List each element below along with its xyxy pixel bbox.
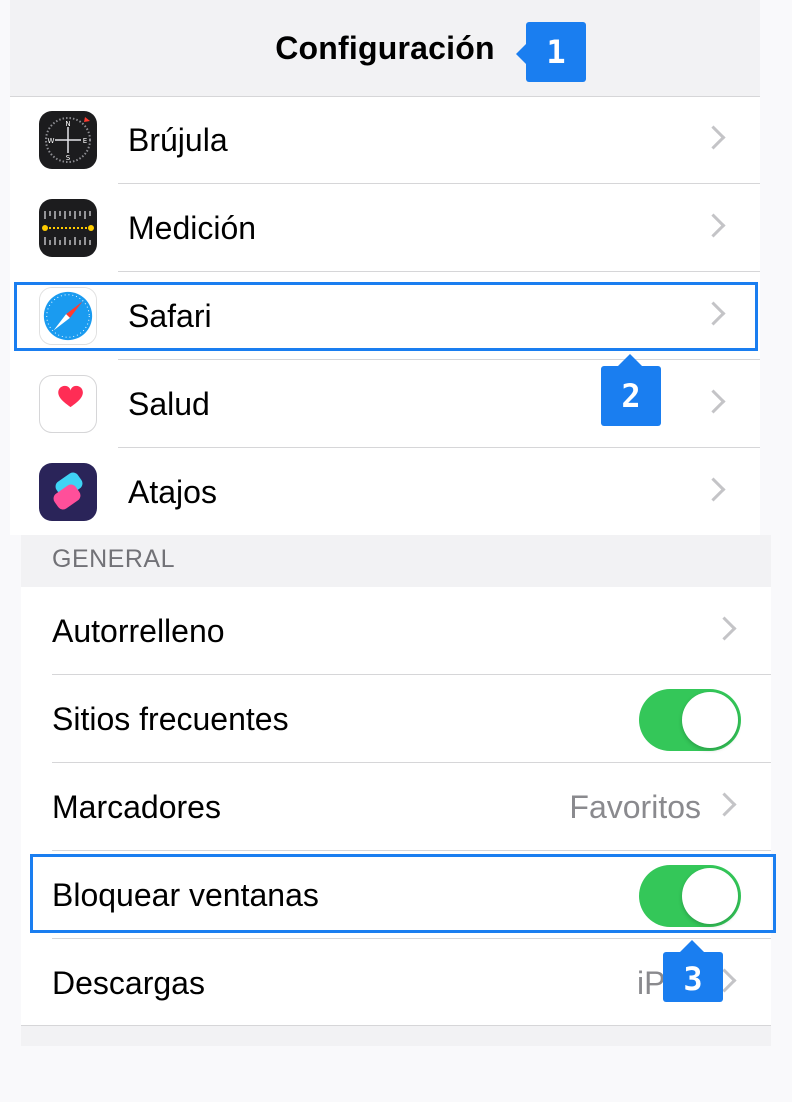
settings-row-label: Atajos — [128, 474, 217, 510]
settings-row-measure[interactable]: Medición — [10, 184, 760, 272]
annotation-pointer — [618, 354, 642, 366]
settings-row-shortcuts[interactable]: Atajos — [10, 448, 760, 536]
bottom-spacer — [21, 1026, 771, 1046]
settings-row-label: Brújula — [128, 122, 228, 158]
svg-text:N: N — [65, 120, 70, 128]
settings-app-list: Configuración N S W E Brújula Medición S… — [10, 0, 760, 535]
annotation-badge-3: 3 — [663, 952, 723, 1002]
annotation-badge-2: 2 — [601, 366, 661, 426]
svg-text:E: E — [83, 137, 87, 145]
row-label: Autorrelleno — [52, 613, 225, 649]
settings-row-label: Medición — [128, 210, 257, 246]
page-title: Configuración — [275, 30, 495, 66]
frequent-sites-toggle[interactable] — [639, 689, 741, 751]
section-header-label: GENERAL — [52, 545, 175, 573]
row-label: Descargas — [52, 965, 205, 1001]
compass-icon: N S W E — [39, 111, 97, 169]
chevron-right-icon — [701, 389, 726, 414]
measure-icon — [39, 199, 97, 257]
autofill-row[interactable]: Autorrelleno — [21, 587, 771, 675]
annotation-highlight-block-popups — [30, 854, 776, 933]
settings-row-compass[interactable]: N S W E Brújula — [10, 96, 760, 184]
frequent-sites-row: Sitios frecuentes — [21, 675, 771, 763]
settings-row-label: Salud — [128, 386, 210, 422]
navigation-bar: Configuración — [10, 0, 760, 97]
chevron-right-icon — [701, 125, 726, 150]
chevron-right-icon — [701, 477, 726, 502]
section-header-general: GENERAL — [21, 535, 771, 588]
chevron-right-icon — [712, 616, 737, 641]
row-label: Sitios frecuentes — [52, 701, 289, 737]
health-icon — [39, 375, 97, 433]
shortcuts-icon — [39, 463, 97, 521]
row-value: Favoritos — [569, 789, 701, 825]
bookmarks-row[interactable]: Marcadores Favoritos — [21, 763, 771, 851]
chevron-right-icon — [701, 213, 726, 238]
row-label: Marcadores — [52, 789, 221, 825]
general-settings-group: Autorrelleno Sitios frecuentes Marcadore… — [21, 587, 771, 1026]
downloads-row[interactable]: Descargas iPho — [21, 939, 771, 1027]
svg-text:S: S — [66, 154, 71, 162]
svg-text:W: W — [48, 137, 55, 145]
annotation-badge-1: 1 — [526, 22, 586, 82]
chevron-right-icon — [712, 792, 737, 817]
annotation-highlight-safari — [14, 282, 758, 351]
annotation-pointer — [680, 940, 704, 952]
